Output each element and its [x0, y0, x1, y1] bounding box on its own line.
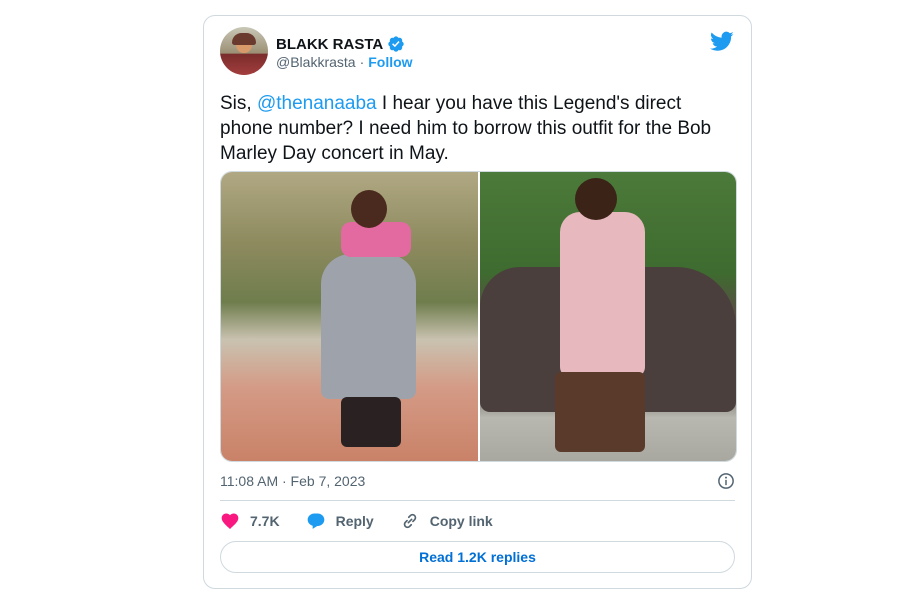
copy-link-button[interactable]: Copy link: [400, 511, 493, 531]
tweet-text-prefix: Sis,: [220, 93, 257, 114]
tweet-text: Sis, @thenanaaba I hear you have this Le…: [220, 91, 730, 166]
author-handle[interactable]: @Blakkrasta: [276, 54, 356, 70]
photo-right[interactable]: [480, 172, 736, 461]
separator-dot: ·: [359, 54, 365, 70]
author-name-row: BLAKK RASTA: [276, 35, 405, 53]
author-handle-row: @Blakkrasta · Follow: [276, 54, 413, 70]
mention-link[interactable]: @thenanaaba: [257, 93, 377, 114]
link-icon: [403, 513, 416, 529]
divider: [220, 500, 735, 501]
read-replies-label: Read 1.2K replies: [419, 549, 536, 565]
tweet-media: [220, 171, 737, 462]
twitter-bird-icon[interactable]: [710, 29, 734, 53]
like-count: 7.7K: [250, 513, 280, 529]
reply-bubble-icon: [307, 513, 324, 529]
verified-badge-icon: [388, 36, 404, 52]
heart-icon: [221, 513, 239, 530]
follow-button[interactable]: Follow: [368, 54, 412, 70]
timestamp-row: 11:08 AM · Feb 7, 2023: [220, 472, 735, 490]
photo-left[interactable]: [221, 172, 480, 461]
action-bar: 7.7K Reply Copy link: [220, 511, 493, 531]
tweet-card: BLAKK RASTA @Blakkrasta · Follow Sis, @t…: [203, 15, 752, 589]
read-replies-button[interactable]: Read 1.2K replies: [220, 541, 735, 573]
tweet-timestamp[interactable]: 11:08 AM · Feb 7, 2023: [220, 473, 365, 489]
author-avatar[interactable]: [220, 27, 268, 75]
info-icon[interactable]: [717, 472, 735, 490]
author-name[interactable]: BLAKK RASTA: [276, 36, 383, 53]
like-button[interactable]: 7.7K: [220, 511, 280, 531]
reply-label: Reply: [335, 513, 374, 529]
copy-link-label: Copy link: [429, 513, 493, 529]
reply-button[interactable]: Reply: [306, 511, 374, 531]
